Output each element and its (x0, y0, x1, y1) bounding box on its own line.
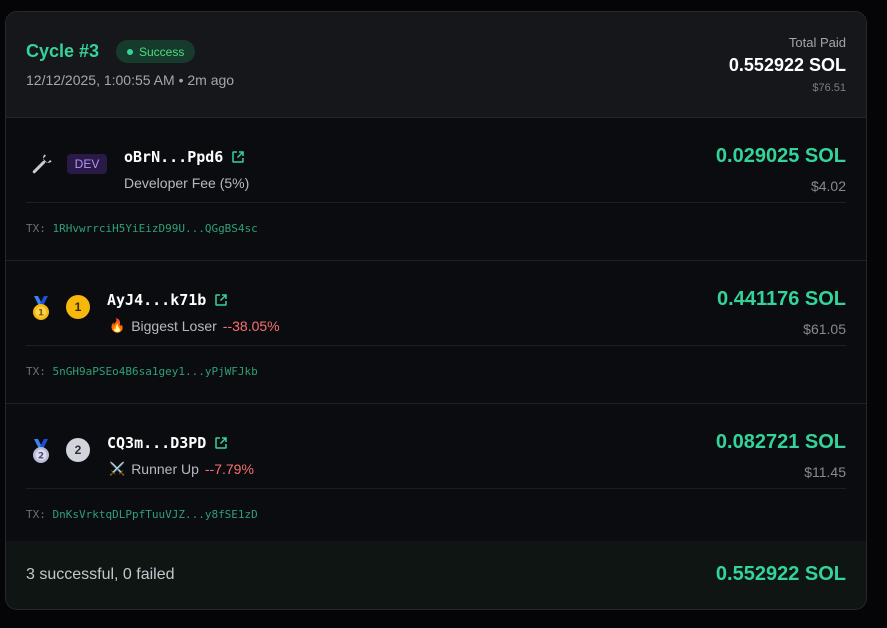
cycle-title: Cycle #3 (26, 41, 100, 61)
rank-badge: 1 (66, 295, 90, 319)
wallet-address[interactable]: AyJ4...k71b (107, 291, 206, 309)
payout-row-dev: DEV oBrN...Ppd6 Developer Fee (5%) 0.029… (6, 118, 866, 261)
tx-hash[interactable]: 5nGH9aPSEo4B6sa1gey1...yPjWFJkb (53, 365, 258, 378)
silver-medal-icon: 2 (33, 439, 49, 463)
timestamp-relative: 2m ago (187, 72, 235, 88)
tx-prefix: TX: (26, 508, 46, 521)
dev-badge: DEV (67, 154, 107, 174)
tx-prefix: TX: (26, 222, 46, 235)
row-divider (26, 488, 846, 489)
tx-prefix: TX: (26, 365, 46, 378)
wallet-address[interactable]: CQ3m...D3PD (107, 434, 206, 452)
payout-label-text: Biggest Loser (131, 318, 217, 334)
total-paid-usd: $76.51 (812, 82, 846, 94)
external-link-icon[interactable] (214, 293, 228, 307)
cycle-timestamp: 12/12/2025, 1:00:55 AM • 2m ago (26, 72, 234, 88)
payout-amount: 0.029025 SOL (715, 145, 846, 167)
wallet-address-group: CQ3m...D3PD (107, 434, 228, 452)
status-badge-label: Success (139, 44, 185, 59)
tx-hash[interactable]: 1RHvwrrciH5YiEizD99U...QGgBS4sc (53, 222, 258, 235)
payout-label: Developer Fee (5%) (124, 175, 249, 191)
total-paid-label: Total Paid (788, 35, 846, 50)
tx-hash[interactable]: DnKsVrktqDLPpfTuuVJZ...y8fSE1zD (53, 508, 258, 521)
row-divider (26, 202, 846, 203)
rank-badge: 2 (66, 438, 90, 462)
cycle-header: Cycle #3 Success 12/12/2025, 1:00:55 AM … (6, 12, 866, 118)
wallet-address-group: AyJ4...k71b (107, 291, 228, 309)
cycle-summary-footer: 3 successful, 0 failed 0.552922 SOL (6, 541, 866, 609)
transaction-link[interactable]: TX: 5nGH9aPSEo4B6sa1gey1...yPjWFJkb (26, 365, 258, 378)
price-change: --7.79% (204, 461, 254, 477)
summary-text: 3 successful, 0 failed (26, 566, 175, 583)
status-badge: Success (116, 40, 196, 63)
timestamp-absolute: 12/12/2025, 1:00:55 AM (26, 72, 175, 88)
total-paid-value: 0.552922 SOL (728, 55, 846, 75)
payout-usd: $4.02 (810, 178, 846, 194)
payout-row-rank-1: 1 1 AyJ4...k71b 🔥 Biggest Loser --38.05%… (6, 261, 866, 404)
transaction-link[interactable]: TX: 1RHvwrrciH5YiEizD99U...QGgBS4sc (26, 222, 258, 235)
payout-row-rank-2: 2 2 CQ3m...D3PD ⚔️ Runner Up --7.79% 0.0… (6, 404, 866, 547)
payout-label-text: Developer Fee (5%) (124, 175, 250, 191)
wallet-address[interactable]: oBrN...Ppd6 (124, 148, 223, 166)
svg-text:1: 1 (38, 309, 44, 319)
payout-usd: $61.05 (803, 321, 846, 337)
wrench-icon (32, 154, 52, 174)
status-dot-icon (127, 48, 133, 55)
payout-label: 🔥 Biggest Loser --38.05% (109, 318, 280, 334)
svg-text:2: 2 (38, 452, 44, 462)
timestamp-separator: • (178, 72, 184, 88)
external-link-icon[interactable] (214, 436, 228, 450)
payout-label: ⚔️ Runner Up --7.79% (109, 461, 254, 477)
payout-cycle-card: Cycle #3 Success 12/12/2025, 1:00:55 AM … (5, 11, 867, 610)
external-link-icon[interactable] (231, 150, 245, 164)
payout-amount: 0.082721 SOL (715, 431, 846, 453)
price-change: --38.05% (222, 318, 280, 334)
row-divider (26, 345, 846, 346)
fire-icon: 🔥 (109, 318, 126, 333)
wallet-address-group: oBrN...Ppd6 (124, 148, 245, 166)
payout-amount: 0.441176 SOL (717, 288, 846, 310)
gold-medal-icon: 1 (33, 296, 49, 320)
crossed-swords-icon: ⚔️ (109, 461, 126, 476)
payout-usd: $11.45 (804, 464, 846, 480)
summary-total: 0.552922 SOL (715, 563, 846, 585)
transaction-link[interactable]: TX: DnKsVrktqDLPpfTuuVJZ...y8fSE1zD (26, 508, 258, 521)
payout-label-text: Runner Up (131, 461, 199, 477)
